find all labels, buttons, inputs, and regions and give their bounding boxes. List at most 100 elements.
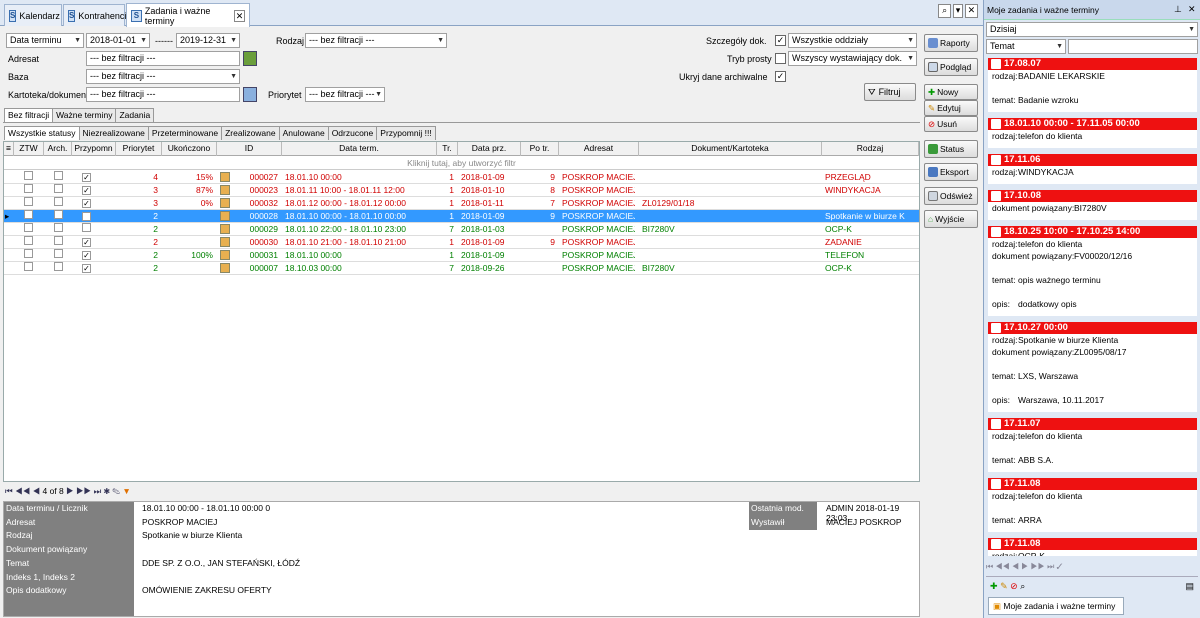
archiwalne-checkbox[interactable]: ✓ bbox=[775, 71, 786, 82]
task-card[interactable]: 18.10.25 10:00 - 17.10.25 14:00 rodzaj: te… bbox=[988, 226, 1197, 316]
table-row[interactable]: ✓ 3 0% 000032 18.01.12 00:00 - 18.01.12 00:0… bbox=[4, 197, 919, 210]
status-button[interactable]: Status bbox=[924, 140, 978, 158]
eksport-button[interactable]: Eksport bbox=[924, 163, 978, 181]
ztw-checkbox[interactable] bbox=[14, 171, 40, 183]
task-card[interactable]: 17.11.07 rodzaj: telefon do klienta temat: A… bbox=[988, 418, 1197, 472]
col-priorytet[interactable]: Priorytet bbox=[116, 142, 162, 156]
zoom-icon[interactable]: ⌕ bbox=[938, 4, 952, 18]
person-icon[interactable] bbox=[243, 51, 257, 66]
task-card[interactable]: 17.11.08 rodzaj: telefon do klienta temat: A… bbox=[988, 478, 1197, 532]
task-card[interactable]: 17.11.06 rodzaj: WINDYKACJA bbox=[988, 154, 1197, 184]
panel-search-input[interactable] bbox=[1068, 39, 1198, 54]
tab-niezrealizowane[interactable]: Niezrealizowane bbox=[78, 126, 149, 140]
task-card[interactable]: 17.10.08 dokument powiązany: BI7280V bbox=[988, 190, 1197, 220]
ztw-checkbox[interactable] bbox=[14, 210, 40, 222]
ztw-checkbox[interactable] bbox=[14, 236, 40, 248]
tab-kontrahenci[interactable]: S Kontrahenci bbox=[63, 4, 126, 26]
ztw-checkbox[interactable] bbox=[14, 223, 40, 235]
date-from-field[interactable]: 2018-01-01 ▼ bbox=[86, 33, 150, 48]
col-adresat[interactable]: Adresat bbox=[559, 142, 639, 156]
przyp-checkbox[interactable]: ✓ bbox=[72, 171, 112, 183]
table-row[interactable]: ✓ 3 87% 000023 18.01.11 10:00 - 18.01.11 12:… bbox=[4, 184, 919, 197]
tab-wszystkie[interactable]: Wszystkie statusy bbox=[4, 126, 80, 140]
podglad-button[interactable]: Podgląd bbox=[924, 58, 978, 76]
delete-icon[interactable]: ⊘ bbox=[1010, 581, 1018, 591]
oddzialy-select[interactable]: Wszystkie oddziały ▼ bbox=[788, 33, 917, 48]
przyp-checkbox[interactable]: ✓ bbox=[72, 184, 112, 196]
tab-bez-filtracji[interactable]: Bez filtracji bbox=[4, 108, 54, 122]
date-type-select[interactable]: Data terminu ▼ bbox=[6, 33, 84, 48]
table-row[interactable]: ✓ 2 000007 18.10.03 00:00 7 2018-09-26 POSKROP… bbox=[4, 262, 919, 275]
col-data-term[interactable]: Data term. bbox=[282, 142, 437, 156]
priorytet-select[interactable]: --- bez filtracji --- ▼ bbox=[305, 87, 385, 102]
arch-checkbox[interactable] bbox=[44, 262, 68, 274]
odswiez-button[interactable]: Odśwież bbox=[924, 187, 978, 205]
task-card[interactable]: 17.08.07 rodzaj: BADANIE LEKARSKIE temat: Ba… bbox=[988, 58, 1197, 112]
tab-wazne-terminy[interactable]: Ważne terminy bbox=[52, 108, 117, 122]
filter-icon[interactable]: ▼ bbox=[122, 486, 130, 496]
kartoteka-field[interactable]: --- bez filtracji --- bbox=[86, 87, 240, 102]
tab-zadania-view[interactable]: Zadania bbox=[115, 108, 155, 122]
table-row[interactable]: ✓ 2 000030 18.01.10 21:00 - 18.01.10 21:00 1… bbox=[4, 236, 919, 249]
tryb-checkbox[interactable] bbox=[775, 53, 786, 64]
usun-button[interactable]: ⊘ Usuń bbox=[924, 116, 978, 132]
przyp-checkbox[interactable]: ✓ bbox=[72, 236, 112, 248]
ztw-checkbox[interactable] bbox=[14, 197, 40, 209]
col-ukonczono[interactable]: Ukończono bbox=[162, 142, 217, 156]
table-row[interactable]: ✓ 4 15% 000027 18.01.10 00:00 1 2018-01-09 9 POS… bbox=[4, 171, 919, 184]
task-card[interactable]: 17.10.27 00:00 rodzaj: Spotkanie w biurze … bbox=[988, 322, 1197, 412]
ztw-checkbox[interactable] bbox=[14, 249, 40, 261]
task-card[interactable]: 18.01.10 00:00 - 17.11.05 00:00 rodzaj: te… bbox=[988, 118, 1197, 148]
adresat-field[interactable]: --- bez filtracji --- bbox=[86, 51, 240, 66]
tab-anulowane[interactable]: Anulowane bbox=[278, 126, 329, 140]
search-icon[interactable]: ⌕ bbox=[1020, 581, 1025, 591]
ztw-checkbox[interactable] bbox=[14, 262, 40, 274]
col-tr[interactable]: Tr. bbox=[437, 142, 458, 156]
add-icon[interactable]: ✚ bbox=[990, 581, 998, 591]
szczegoly-checkbox[interactable]: ✓ bbox=[775, 35, 786, 46]
tab-przeterminowane[interactable]: Przeterminowane bbox=[147, 126, 223, 140]
tab-kalendarz[interactable]: S Kalendarz bbox=[4, 4, 62, 26]
col-dokument[interactable]: Dokument/Kartoteka bbox=[639, 142, 822, 156]
print-icon[interactable]: ▤ bbox=[1185, 577, 1194, 595]
close-icon[interactable]: ✕ bbox=[964, 4, 978, 18]
column-chooser-icon[interactable]: ≡ bbox=[4, 142, 14, 156]
przyp-checkbox[interactable] bbox=[72, 223, 112, 235]
arch-checkbox[interactable] bbox=[44, 236, 68, 248]
close-icon[interactable]: ✕ bbox=[234, 9, 245, 22]
wyjscie-button[interactable]: ⌂ Wyjście bbox=[924, 210, 978, 228]
przyp-checkbox[interactable]: ✓ bbox=[72, 210, 112, 222]
tab-zrealizowane[interactable]: Zrealizowane bbox=[221, 126, 280, 140]
col-ztw[interactable]: ZTW bbox=[14, 142, 44, 156]
period-select[interactable]: Dzisiaj ▼ bbox=[986, 22, 1198, 37]
arch-checkbox[interactable] bbox=[44, 184, 68, 196]
table-row[interactable]: ▸ ✓ 2 000028 18.01.10 00:00 - 18.01.10 00:00… bbox=[4, 210, 919, 223]
table-row[interactable]: ✓ 2 100% 000031 18.01.10 00:00 1 2018-01-09 POS… bbox=[4, 249, 919, 262]
edytuj-button[interactable]: ✎ Edytuj bbox=[924, 100, 978, 116]
tab-zadania[interactable]: S Zadania i ważne terminy ✕ bbox=[126, 3, 250, 27]
pager-first-icon[interactable]: ⏮ ◀◀ ◀ bbox=[5, 486, 42, 496]
col-id[interactable]: ID bbox=[217, 142, 282, 156]
pin-icon[interactable]: ⊥ bbox=[1174, 4, 1182, 15]
filtruj-button[interactable]: ⛛ Filtruj bbox=[864, 83, 916, 101]
arch-checkbox[interactable] bbox=[44, 249, 68, 261]
przyp-checkbox[interactable]: ✓ bbox=[72, 249, 112, 261]
arch-checkbox[interactable] bbox=[44, 223, 68, 235]
col-przypomn[interactable]: Przypomn bbox=[72, 142, 116, 156]
panel-pager[interactable]: ⏮ ◀◀ ◀ ▶ ▶▶ ⏭ ✓ bbox=[986, 560, 1198, 574]
pager-next-icon[interactable]: ▶ ▶▶ ⏭ ✱ ✎ bbox=[66, 486, 122, 496]
przyp-checkbox[interactable]: ✓ bbox=[72, 197, 112, 209]
chevron-down-icon[interactable]: ▾ bbox=[953, 4, 963, 18]
rodzaj-select[interactable]: --- bez filtracji --- ▼ bbox=[305, 33, 447, 48]
wystawiajacy-select[interactable]: Wszyscy wystawiający dok. ▼ bbox=[788, 51, 917, 66]
tab-odrzucone[interactable]: Odrzucone bbox=[327, 126, 378, 140]
book-icon[interactable] bbox=[243, 87, 257, 102]
przyp-checkbox[interactable]: ✓ bbox=[72, 262, 112, 274]
arch-checkbox[interactable] bbox=[44, 210, 68, 222]
col-data-prz[interactable]: Data prz. bbox=[458, 142, 521, 156]
baza-select[interactable]: --- bez filtracji --- ▼ bbox=[86, 69, 240, 84]
nowy-button[interactable]: ✚ Nowy bbox=[924, 84, 978, 100]
col-po-tr[interactable]: Po tr. bbox=[521, 142, 559, 156]
task-card[interactable]: 17.11.08rodzaj:OCP-Kdokument powiązany:A… bbox=[988, 538, 1197, 556]
table-row[interactable]: 2 000029 18.01.10 22:00 - 18.01.10 23:00 7 2… bbox=[4, 223, 919, 236]
